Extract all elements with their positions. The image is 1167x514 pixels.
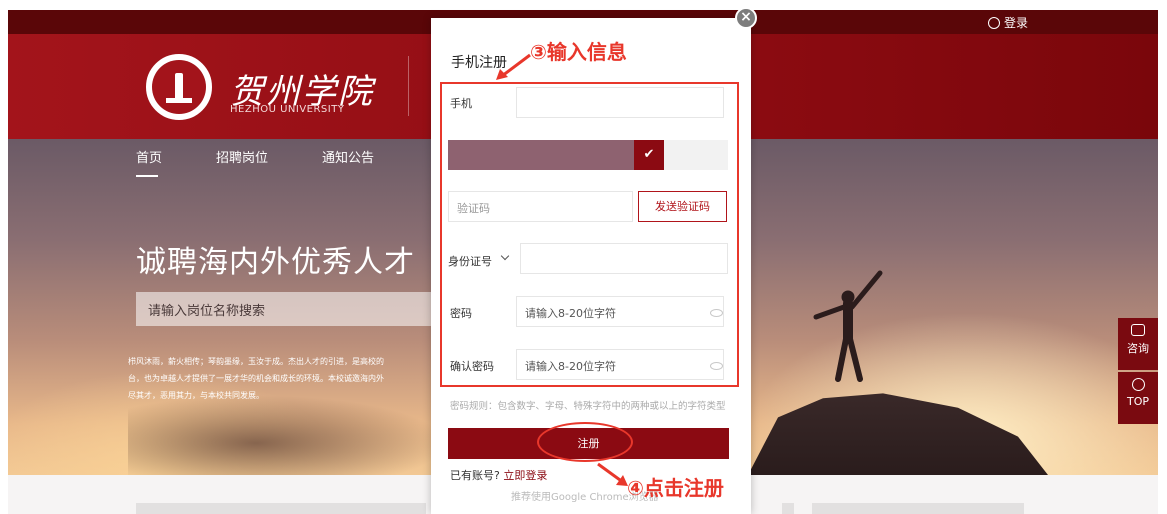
chevron-up-icon <box>1131 378 1145 391</box>
annotation-arrow-icon <box>496 53 531 80</box>
university-name-en: HEZHOU UNIVERSITY <box>230 104 345 115</box>
phone-input[interactable] <box>516 87 724 118</box>
top-label: TOP <box>1126 395 1149 408</box>
annotation-step3: ③输入信息 <box>530 40 627 64</box>
bottom-card <box>136 503 426 514</box>
hero-description-line: 台，也为卓越人才提供了一展才华的机会和成长的环境。本校诚邀海内外 <box>128 374 384 383</box>
university-seal-logo <box>146 54 212 120</box>
id-type-select[interactable]: 身份证号 <box>448 253 492 269</box>
page: 登录 贺州学院 HEZHOU UNIVERSITY 首页 招聘岗位 通知公告 诚… <box>0 0 1167 514</box>
confirm-password-input[interactable]: 请输入8-20位字符 <box>516 349 724 380</box>
cloud-decoration <box>128 395 448 475</box>
login-now-link[interactable]: 立即登录 <box>503 469 547 482</box>
chat-icon <box>1131 324 1145 336</box>
nav-item-positions[interactable]: 招聘岗位 <box>216 147 268 166</box>
header-divider <box>408 56 409 116</box>
annotation-box-input <box>440 82 739 387</box>
eye-icon[interactable] <box>710 362 723 370</box>
confirm-password-label: 确认密码 <box>450 360 494 373</box>
eye-icon[interactable] <box>710 309 723 317</box>
captcha-input[interactable]: 验证码 <box>448 191 633 222</box>
phone-label: 手机 <box>450 97 472 110</box>
hero-title: 诚聘海内外优秀人才 <box>136 245 415 280</box>
annotation-arrow-icon <box>597 462 628 486</box>
hero-description-line: 栉风沐雨，薪火相传；琴韵墨缘，玉汝于成。杰出人才的引进，是高校的 <box>128 357 384 366</box>
close-icon[interactable]: × <box>735 7 757 29</box>
slider-verification[interactable]: ✔ <box>448 140 728 170</box>
register-modal: 手机注册 手机 ✔ 验证码 发送验证码 身份证号 密码 请输入8-20位字符 确… <box>431 18 751 514</box>
password-input[interactable]: 请输入8-20位字符 <box>516 296 724 327</box>
id-number-input[interactable] <box>520 243 728 274</box>
has-account-text: 已有账号? <box>450 469 500 482</box>
login-label: 登录 <box>1003 16 1028 30</box>
consult-label: 咨询 <box>1127 342 1149 355</box>
send-code-button[interactable]: 发送验证码 <box>638 191 727 222</box>
bottom-card <box>782 503 794 514</box>
person-silhouette <box>813 270 883 382</box>
login-link[interactable]: 登录 <box>987 14 1028 31</box>
back-to-top-button[interactable]: TOP <box>1118 372 1158 424</box>
annotation-step4: ④点击注册 <box>627 476 724 500</box>
login-prompt: 已有账号? 立即登录 <box>450 467 547 483</box>
bottom-card <box>812 503 1024 514</box>
cliff-silhouette <box>748 393 1048 475</box>
annotation-circle-register <box>537 422 633 462</box>
consult-button[interactable]: 咨询 <box>1118 318 1158 370</box>
slider-progress <box>448 140 660 170</box>
slider-handle[interactable]: ✔ <box>634 140 664 170</box>
password-rule-hint: 密码规则：包含数字、字母、特殊字符中的两种或以上的字符类型 <box>450 401 726 412</box>
user-icon <box>987 16 1000 29</box>
position-search-input[interactable]: 请输入岗位名称搜索 <box>136 292 436 326</box>
nav-item-home[interactable]: 首页 <box>136 147 162 177</box>
password-label: 密码 <box>450 307 472 320</box>
main-nav: 首页 招聘岗位 通知公告 <box>136 147 374 177</box>
nav-item-notices[interactable]: 通知公告 <box>322 147 374 166</box>
